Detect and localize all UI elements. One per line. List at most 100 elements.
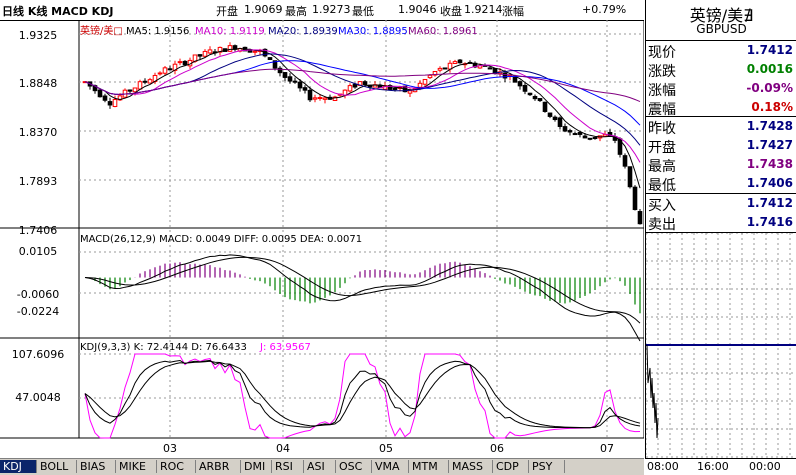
candle-body <box>392 87 398 90</box>
candle-body <box>622 155 628 167</box>
row-label: 最低 <box>648 178 676 194</box>
open-label: 开盘 <box>216 5 238 18</box>
candle-body <box>312 97 318 100</box>
quote-panel: 英镑/美∄ GBPUSD 现价 1.7412 涨跌 0.0016 涨幅 -0.09% … <box>645 0 796 458</box>
high-label: 最高 <box>285 5 307 18</box>
row-value: 0.18% <box>751 100 793 114</box>
candle-body <box>627 166 633 188</box>
tab-rsi[interactable]: RSI <box>272 460 304 473</box>
kdj-k-line <box>84 359 641 429</box>
row-value: 1.7427 <box>746 138 793 152</box>
candle-body <box>347 85 353 92</box>
candle-body <box>227 45 233 52</box>
kdj-legend: KDJ(9,3,3) K: 72.4144 D: 76.6433 <box>80 342 247 353</box>
tab-cdp[interactable]: CDP <box>493 460 529 473</box>
candle-body <box>637 211 643 225</box>
ma30-line <box>84 60 641 126</box>
price-y-tick: 1.7893 <box>19 175 58 188</box>
quote-code: GBPUSD <box>696 22 747 36</box>
candle-body <box>182 60 188 66</box>
macd-legend: MACD(26,12,9) MACD: 0.0049 DIFF: 0.0095 … <box>80 234 362 245</box>
candle-body <box>177 61 183 64</box>
chart-svg[interactable]: 英镑/美□ MA5: 1.9156 MA10: 1.9119 MA20: 1.8… <box>0 19 645 458</box>
tab-mtm[interactable]: MTM <box>409 460 449 473</box>
change-value: +0.79% <box>582 3 627 16</box>
tab-dmi[interactable]: DMI <box>241 460 272 473</box>
tab-asi[interactable]: ASI <box>304 460 336 473</box>
candle-body <box>317 97 323 100</box>
tab-vma[interactable]: VMA <box>372 460 409 473</box>
tab-mike[interactable]: MIKE <box>116 460 157 473</box>
change-label: 涨幅 <box>502 5 524 18</box>
candle-body <box>157 72 163 75</box>
candle-body <box>522 84 528 92</box>
tab-psy[interactable]: PSY <box>529 460 565 473</box>
candle-body <box>287 76 293 82</box>
x-tick: 04 <box>276 442 290 455</box>
chart-header: 日线 K线 MACD KDJ 开盘 1.9069 最高 1.9273 最低 1.… <box>0 0 644 21</box>
candle-body <box>207 49 213 54</box>
candle-body <box>302 87 308 91</box>
candle-body <box>547 112 553 117</box>
quote-row-change-pct: 涨幅 -0.09% <box>646 79 796 99</box>
x-tick: 05 <box>379 442 393 455</box>
price-legend-ma20: MA20: 1.8939 <box>268 26 338 37</box>
tab-roc[interactable]: ROC <box>157 460 196 473</box>
ma10-line <box>84 49 641 163</box>
candle-body <box>142 80 148 83</box>
row-value: 1.7428 <box>746 119 793 133</box>
candle-body <box>512 76 518 83</box>
quote-row-bid: 买入 1.7412 <box>646 194 796 214</box>
intraday-chart[interactable] <box>646 233 796 458</box>
low-value: 1.9046 <box>398 3 437 16</box>
x-tick: 06 <box>490 442 504 455</box>
candle-body <box>147 79 153 84</box>
kdj-legend-j: J: 63.9567 <box>259 342 311 353</box>
macd-histogram <box>89 261 641 314</box>
quote-row-high: 最高 1.7438 <box>646 155 796 175</box>
tab-kdj[interactable]: KDJ <box>0 460 37 473</box>
time-label: 16:00 <box>697 460 729 473</box>
macd-dea-line <box>84 256 641 324</box>
row-label: 涨跌 <box>648 64 676 80</box>
tab-bias[interactable]: BIAS <box>77 460 116 473</box>
candle-body <box>292 80 298 83</box>
tab-boll[interactable]: BOLL <box>37 460 77 473</box>
quote-row-open: 开盘 1.7427 <box>646 136 796 156</box>
row-label: 涨幅 <box>648 83 676 99</box>
candle-body <box>532 95 538 100</box>
candle-body <box>322 97 328 100</box>
candle-body <box>252 50 258 53</box>
kdj-j-line <box>84 353 641 439</box>
row-value: 1.7412 <box>746 196 793 210</box>
candle-body <box>582 135 588 139</box>
macd-y-tick: 0.0105 <box>19 245 58 258</box>
candle-body <box>267 57 273 60</box>
close-label: 收盘 <box>440 5 462 18</box>
kdj-y-tick: 107.6096 <box>12 348 65 361</box>
price-y-axis: 1.9325 1.8848 1.8370 1.7893 1.7406 <box>19 29 58 237</box>
row-value: 0.0016 <box>746 62 793 76</box>
candlestick-series <box>82 42 643 225</box>
indicator-tabs: KDJ BOLL BIAS MIKE ROC ARBR DMI RSI ASI OSC VMA MTM… <box>0 458 644 475</box>
candle-body <box>422 78 428 85</box>
macd-lines <box>84 254 641 342</box>
row-value: 1.7412 <box>746 43 793 57</box>
price-legend-ma5: MA5: 1.9156 <box>126 26 189 37</box>
chart-area[interactable]: 英镑/美□ MA5: 1.9156 MA10: 1.9119 MA20: 1.8… <box>0 19 645 458</box>
price-legend-ma10: MA10: 1.9119 <box>195 26 265 37</box>
candle-body <box>107 101 113 106</box>
candle-body <box>97 89 103 98</box>
macd-y-tick: -0.0224 <box>17 305 59 318</box>
candle-body <box>577 131 583 135</box>
candle-body <box>552 116 558 121</box>
candle-body <box>437 67 443 71</box>
tab-osc[interactable]: OSC <box>336 460 372 473</box>
tab-mass[interactable]: MASS <box>449 460 493 473</box>
candle-body <box>457 59 463 64</box>
tab-arbr[interactable]: ARBR <box>196 460 241 473</box>
price-y-tick: 1.7406 <box>19 224 58 237</box>
kdj-lines <box>84 353 641 439</box>
time-label: 08:00 <box>647 460 679 473</box>
candle-body <box>487 67 493 70</box>
